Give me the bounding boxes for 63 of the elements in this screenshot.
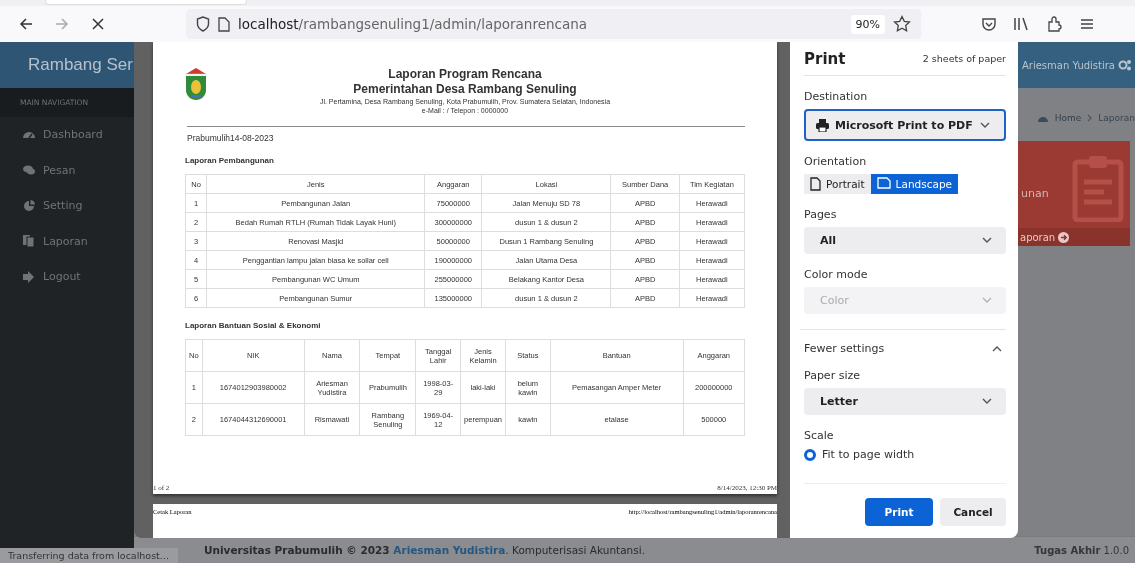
- nav-item[interactable]: Dashboard: [0, 117, 134, 153]
- field-label: Pages: [804, 208, 838, 221]
- field-label: Destination: [804, 90, 869, 103]
- cancel-button[interactable]: Cancel: [940, 498, 1006, 526]
- shield-icon: [196, 16, 210, 32]
- nav-item[interactable]: Logout: [0, 259, 134, 295]
- orientation-option[interactable]: Portrait: [804, 174, 871, 194]
- arrow-circle-icon: [1058, 231, 1070, 243]
- field-label: Orientation: [804, 155, 868, 168]
- chevron-up-icon: [992, 345, 1002, 352]
- field-label: Scale: [804, 429, 835, 442]
- dropdown[interactable]: Letter: [804, 388, 1006, 415]
- field-label: Color mode: [804, 268, 869, 281]
- nav-item[interactable]: Laporan: [0, 223, 134, 259]
- zoom-level[interactable]: 90%: [850, 14, 885, 34]
- report-subtitle: Pemerintahan Desa Rambang Senuling: [352, 82, 578, 97]
- print-button[interactable]: Print: [865, 498, 933, 526]
- logout-icon: [22, 269, 36, 284]
- files-icon: [22, 234, 36, 249]
- address-bar[interactable]: localhost/rambangsenuling1/admin/laporanrencana 90%: [186, 9, 921, 39]
- breadcrumb-link[interactable]: Home: [1054, 113, 1082, 123]
- gears-icon[interactable]: [1118, 59, 1132, 71]
- radio-option[interactable]: Fit to page width: [804, 448, 1006, 461]
- field-label: Paper size: [804, 369, 861, 382]
- dropdown[interactable]: Microsoft Print to PDF: [804, 109, 1006, 141]
- report-date: Prabumulih14-08-2023: [186, 133, 275, 143]
- printer-icon: [816, 118, 829, 132]
- close-icon[interactable]: [90, 16, 106, 32]
- library-icon[interactable]: [1013, 16, 1031, 32]
- extensions-icon[interactable]: [1047, 16, 1063, 32]
- footer-text: Universitas Prabumulih © 2023 Ariesman Yudistira. Komputerisasi Akuntansi.: [204, 544, 645, 556]
- user-name[interactable]: Ariesman Yudistira: [1021, 59, 1115, 71]
- chevron-right-icon: [1087, 114, 1093, 122]
- app-brand[interactable]: Rambang Ser: [0, 42, 134, 88]
- pocket-icon[interactable]: [981, 16, 997, 32]
- nav-item[interactable]: Setting: [0, 188, 134, 224]
- emblem-logo: [185, 67, 207, 101]
- nav-item[interactable]: Pesan: [0, 152, 134, 188]
- section-heading: Laporan Pembangunan: [185, 156, 275, 165]
- dialog-title: Print: [804, 49, 846, 68]
- star-icon[interactable]: [893, 15, 911, 33]
- version-text: Tugas Akhir 1.0.0: [1034, 544, 1129, 556]
- clipboard-icon: [1072, 153, 1124, 222]
- url-text: localhost/rambangsenuling1/admin/laporanrencana: [238, 16, 588, 32]
- landscape-page-icon: [876, 177, 891, 191]
- menu-icon[interactable]: [1079, 16, 1095, 32]
- card-footer-link[interactable]: aporan: [1018, 228, 1130, 246]
- portrait-page-icon: [810, 177, 821, 191]
- orientation-option[interactable]: Landscape: [870, 174, 959, 194]
- status-text: Transferring data from localhost...: [0, 548, 178, 563]
- chart-icon: [22, 198, 36, 213]
- section-heading: Laporan Bantuan Sosial & Ekonomi: [185, 321, 322, 330]
- back-icon[interactable]: [18, 16, 34, 32]
- page-icon: [218, 16, 230, 32]
- report-title: Laporan Program Rencana: [387, 67, 543, 82]
- card-text: unan: [1021, 187, 1049, 200]
- chevron-down-icon: [980, 121, 990, 129]
- chevron-down-icon: [982, 297, 992, 304]
- chevron-down-icon: [982, 398, 992, 405]
- chevron-down-icon: [982, 237, 992, 244]
- sheet-count: 2 sheets of paper: [922, 53, 1006, 64]
- settings-toggle[interactable]: Fewer settings: [804, 336, 1006, 355]
- dropdown[interactable]: All: [804, 227, 1006, 254]
